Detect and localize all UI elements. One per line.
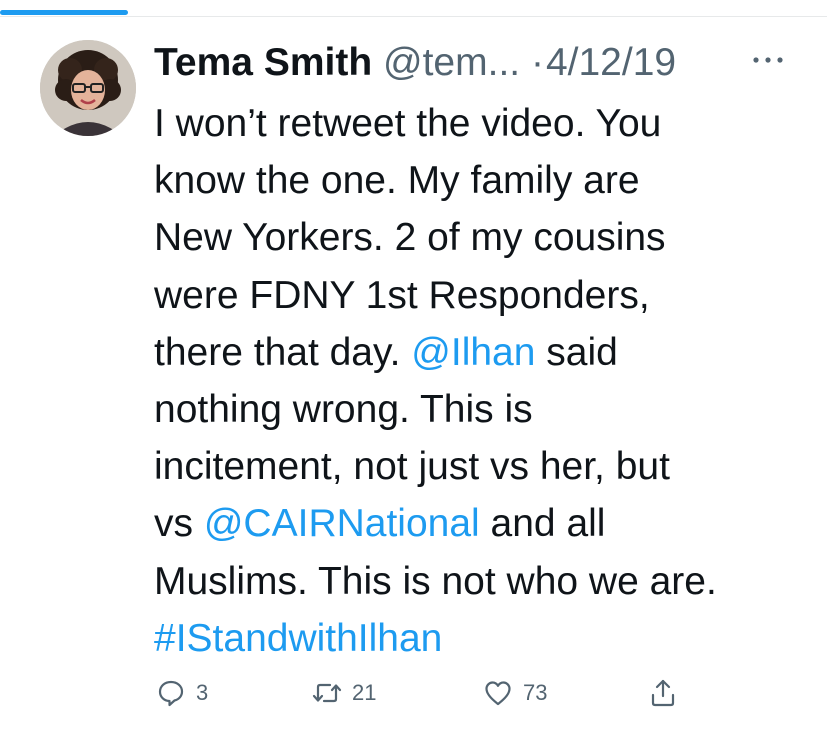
- avatar[interactable]: [40, 40, 136, 136]
- tweet-date[interactable]: 4/12/19: [546, 41, 676, 84]
- author-name[interactable]: Tema Smith: [154, 41, 372, 84]
- tweet-text-segment: incitement, not just vs her, but: [154, 445, 670, 489]
- tweet-text-line: incitement, not just vs her, but: [154, 438, 814, 495]
- tweet-text-line: New Yorkers. 2 of my cousins: [154, 209, 814, 266]
- tweet-text-line: Muslims. This is not who we are.: [154, 553, 814, 610]
- share-icon: [651, 679, 675, 707]
- mention-link[interactable]: @CAIRNational: [204, 502, 480, 545]
- mention-link[interactable]: @Ilhan: [411, 331, 535, 374]
- tweet-text-segment: and all: [479, 502, 606, 546]
- top-divider: [0, 16, 827, 17]
- tweet-text-line: know the one. My family are: [154, 152, 814, 209]
- reply-icon: [158, 680, 184, 707]
- avatar-image: [40, 40, 136, 136]
- tweet-text-segment: there that day.: [154, 330, 412, 374]
- tweet-text-line: there that day. @Ilhan said: [154, 324, 814, 381]
- tweet-text-line: I won’t retweet the video. You: [154, 95, 814, 152]
- retweet-button[interactable]: 21: [312, 670, 376, 716]
- tweet-text-segment: Muslims. This is not who we are.: [154, 559, 717, 603]
- tweet-text-line: nothing wrong. This is: [154, 381, 814, 438]
- tweet-text: I won’t retweet the video. You know the o…: [154, 95, 814, 667]
- tweet-text-segment: were FDNY 1st Responders,: [154, 273, 650, 317]
- author-handle[interactable]: @tem...: [383, 41, 520, 84]
- tweet-header: Tema Smith @tem... ·4/12/19: [154, 38, 814, 88]
- tweet-text-segment: vs: [154, 502, 204, 546]
- retweet-count: 21: [352, 680, 377, 705]
- more-horizontal-icon[interactable]: [748, 48, 788, 72]
- tweet-text-line: were FDNY 1st Responders,: [154, 267, 814, 324]
- hashtag-link[interactable]: #IStandwithIlhan: [154, 617, 442, 660]
- tweet-actions: 3 21 73: [0, 670, 827, 716]
- tweet-text-segment: said: [535, 330, 618, 374]
- tweet-text-segment: New Yorkers. 2 of my cousins: [154, 216, 666, 260]
- tab-indicator: [0, 10, 128, 15]
- share-button[interactable]: [648, 670, 678, 716]
- tweet-text-segment: nothing wrong. This is: [154, 388, 533, 432]
- header-separator: ·: [530, 41, 544, 84]
- heart-icon: [485, 681, 511, 706]
- tweet-text-line: #IStandwithIlhan: [154, 610, 814, 667]
- like-count: 73: [523, 680, 548, 705]
- retweet-icon: [312, 683, 342, 703]
- reply-count: 3: [196, 680, 209, 705]
- reply-button[interactable]: 3: [156, 670, 208, 716]
- tweet-text-segment: know the one. My family are: [154, 159, 640, 203]
- like-button[interactable]: 73: [483, 670, 547, 716]
- tweet-text-segment: I won’t retweet the video. You: [154, 102, 662, 145]
- tweet-text-line: vs @CAIRNational and all: [154, 495, 814, 552]
